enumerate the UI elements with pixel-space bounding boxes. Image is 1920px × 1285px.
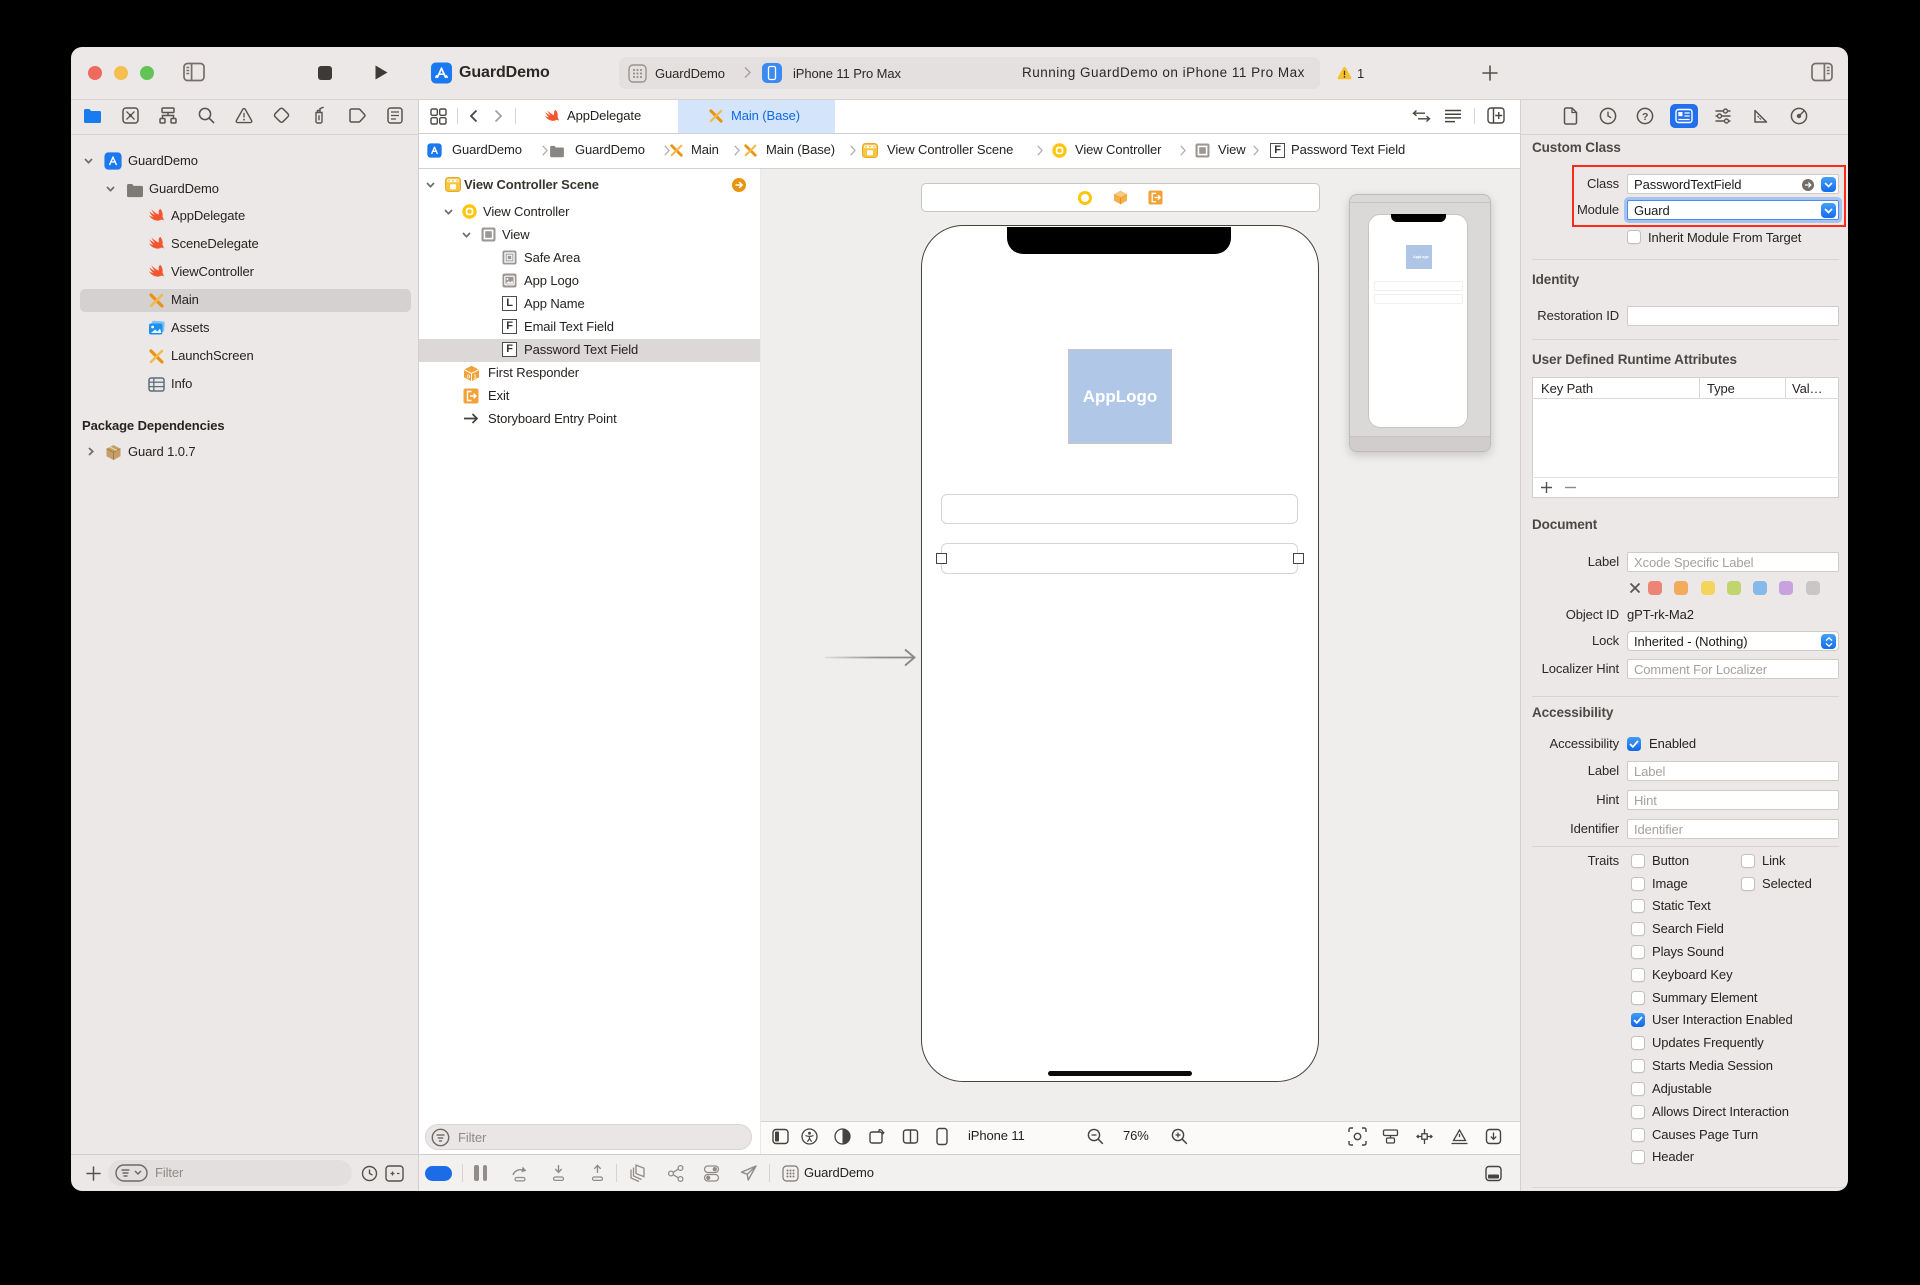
- svg-text:0: 0: [467, 375, 470, 381]
- svg-text:?: ?: [1642, 111, 1648, 123]
- svg-text:1: 1: [474, 375, 477, 381]
